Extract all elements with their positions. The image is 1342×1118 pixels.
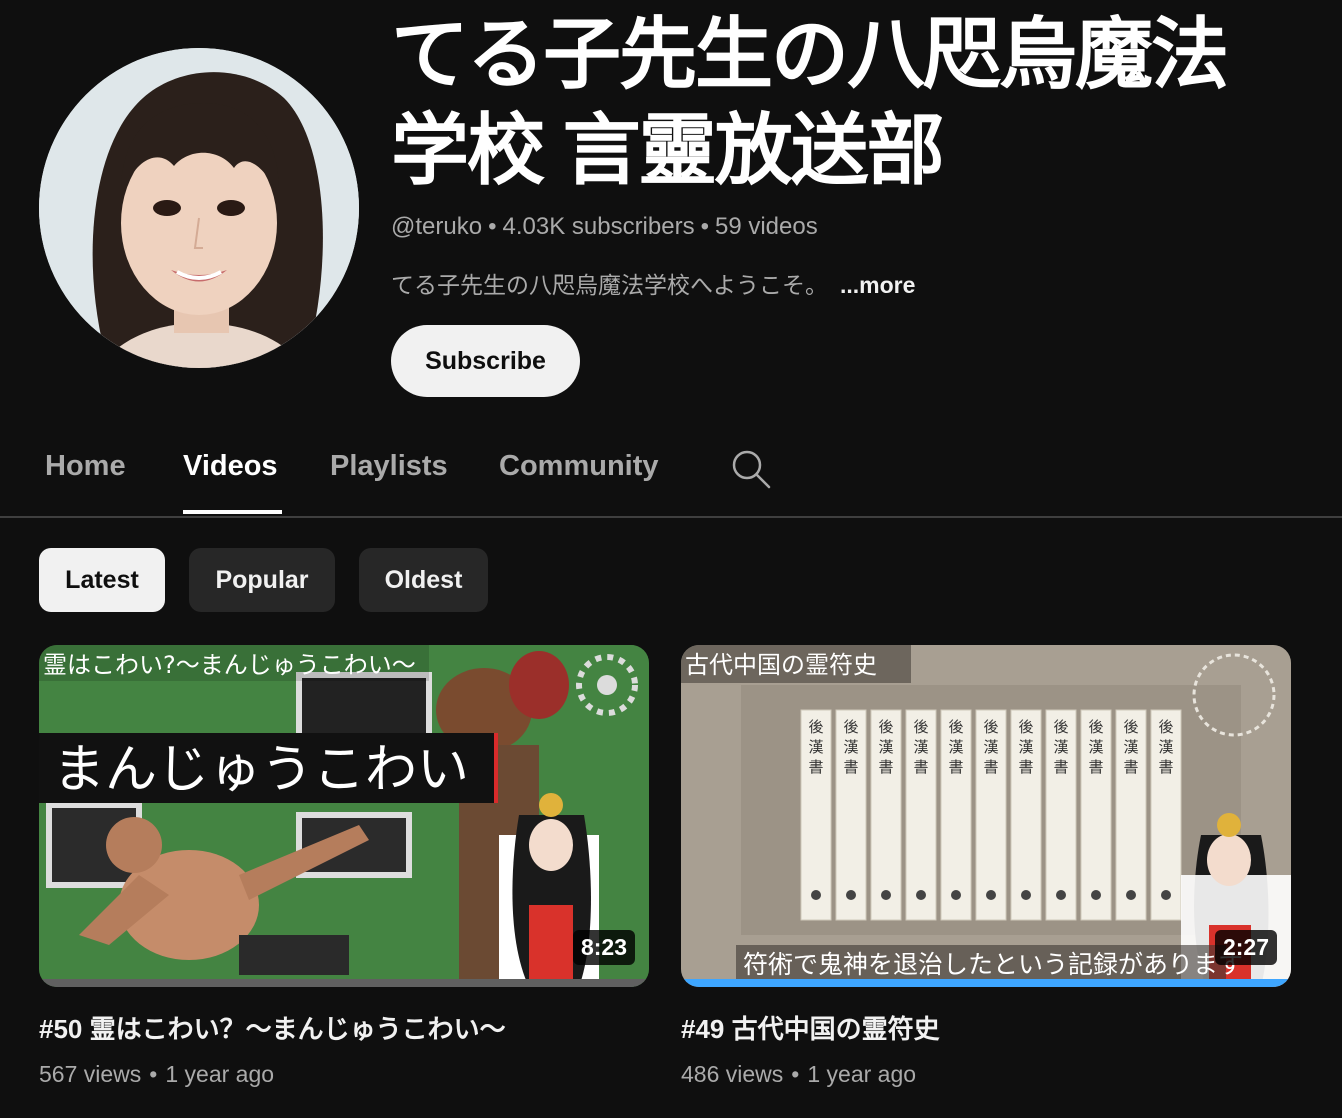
- video-card[interactable]: まんじゅうこわい 霊はこわい?〜まんじゅうこわい〜 8:23 #50 霊はこわい…: [39, 645, 649, 1088]
- channel-title: てる子先生の八咫烏魔法学校 言靈放送部: [391, 10, 1229, 194]
- book-spine-emblem: [881, 890, 891, 900]
- book-spine-label: 漢: [808, 738, 823, 756]
- channel-handle: @teruko: [391, 213, 483, 240]
- chip-oldest[interactable]: Oldest: [359, 548, 488, 612]
- watch-progress-fill: [681, 979, 1291, 987]
- subscriber-count: 4.03K subscribers: [502, 213, 695, 240]
- book-spine-label: 後: [1018, 718, 1033, 736]
- book-spine-emblem: [811, 890, 821, 900]
- book-spine-label: 漢: [1018, 738, 1033, 756]
- chip-popular[interactable]: Popular: [189, 548, 335, 612]
- book-spine-label: 書: [808, 758, 823, 776]
- book-spine-label: 漢: [843, 738, 858, 756]
- search-icon[interactable]: [730, 448, 772, 490]
- video-title[interactable]: #49 古代中国の霊符史: [681, 1011, 1291, 1047]
- video-title[interactable]: #50 霊はこわい？〜まんじゅうこわい〜: [39, 1011, 649, 1047]
- video-thumbnail[interactable]: まんじゅうこわい 霊はこわい?〜まんじゅうこわい〜 8:23: [39, 645, 649, 987]
- channel-tabs: Home Videos Playlists Community: [0, 430, 1342, 518]
- book-spine-label: 後: [878, 718, 893, 736]
- subscribe-button[interactable]: Subscribe: [391, 325, 580, 397]
- video-duration: 2:27: [1214, 930, 1277, 965]
- book-spine-emblem: [951, 890, 961, 900]
- video-card[interactable]: 後漢書後漢書後漢書後漢書後漢書後漢書後漢書後漢書後漢書後漢書後漢書 古代中国の霊…: [681, 645, 1291, 1088]
- book-spine-label: 漢: [1088, 738, 1103, 756]
- active-tab-indicator: [183, 510, 282, 514]
- view-count: 567 views: [39, 1061, 142, 1087]
- book-spine-label: 漢: [983, 738, 998, 756]
- thumbnail-top-caption: 霊はこわい?〜まんじゅうこわい〜: [43, 651, 416, 679]
- book-spine-label: 漢: [948, 738, 963, 756]
- video-thumbnail[interactable]: 後漢書後漢書後漢書後漢書後漢書後漢書後漢書後漢書後漢書後漢書後漢書 古代中国の霊…: [681, 645, 1291, 987]
- video-duration: 8:23: [572, 930, 635, 965]
- description-text: てる子先生の八咫烏魔法学校へようこそ。: [391, 272, 828, 298]
- book-spine-label: 後: [1123, 718, 1138, 736]
- view-count: 486 views: [681, 1061, 784, 1087]
- book-spine-label: 後: [913, 718, 928, 736]
- upload-age: 1 year ago: [165, 1061, 275, 1087]
- more-link[interactable]: ...more: [840, 272, 915, 298]
- book-spine-emblem: [1161, 890, 1171, 900]
- book-spine-label: 後: [983, 718, 998, 736]
- book-spine-label: 漢: [1158, 738, 1173, 756]
- tab-playlists[interactable]: Playlists: [330, 450, 448, 483]
- tab-community[interactable]: Community: [499, 450, 659, 483]
- book-spine-label: 後: [1053, 718, 1068, 736]
- book-spine-label: 書: [843, 758, 858, 776]
- book-spine-label: 書: [1053, 758, 1068, 776]
- book-spine-label: 漢: [1053, 738, 1068, 756]
- book-spine-label: 書: [1158, 758, 1173, 776]
- thumbnail-bottom-caption: 符術で鬼神を退治したという記録があります: [743, 950, 1243, 979]
- book-spine-emblem: [916, 890, 926, 900]
- book-spine-label: 書: [913, 758, 928, 776]
- book-spine-emblem: [846, 890, 856, 900]
- video-meta: 567 views • 1 year ago: [39, 1061, 275, 1087]
- book-spine-emblem: [986, 890, 996, 900]
- book-spine-emblem: [1091, 890, 1101, 900]
- upload-age: 1 year ago: [807, 1061, 917, 1087]
- book-spine-emblem: [1126, 890, 1136, 900]
- book-spine-label: 後: [1088, 718, 1103, 736]
- tab-home[interactable]: Home: [45, 450, 126, 483]
- tab-videos[interactable]: Videos: [183, 450, 278, 483]
- avatar-portrait-image: [39, 48, 359, 368]
- thumbnail-top-caption: 古代中国の霊符史: [685, 651, 877, 679]
- thumbnail-main-caption: まんじゅうこわい: [53, 740, 469, 800]
- channel-avatar[interactable]: [39, 48, 359, 368]
- book-spine-label: 書: [1018, 758, 1033, 776]
- book-spine-label: 後: [948, 718, 963, 736]
- book-spine-label: 書: [1088, 758, 1103, 776]
- video-meta: 486 views • 1 year ago: [681, 1061, 917, 1087]
- book-spine-emblem: [1021, 890, 1031, 900]
- book-spine-label: 後: [1158, 718, 1173, 736]
- book-spine-label: 漢: [913, 738, 928, 756]
- book-spine-emblem: [1056, 890, 1066, 900]
- watch-progress-track: [39, 979, 649, 987]
- book-spine-label: 漢: [878, 738, 893, 756]
- channel-description[interactable]: てる子先生の八咫烏魔法学校へようこそ。 ...more: [391, 269, 915, 301]
- channel-meta: @teruko • 4.03K subscribers • 59 videos: [391, 213, 818, 240]
- book-spine-label: 書: [1123, 758, 1138, 776]
- chip-latest[interactable]: Latest: [39, 548, 165, 612]
- thumbnail-image: 後漢書後漢書後漢書後漢書後漢書後漢書後漢書後漢書後漢書後漢書後漢書 古代中国の霊…: [681, 645, 1291, 987]
- channel-page: てる子先生の八咫烏魔法学校 言靈放送部 @teruko • 4.03K subscr…: [0, 0, 1342, 1118]
- video-count: 59 videos: [714, 213, 818, 240]
- book-spine-label: 漢: [1123, 738, 1138, 756]
- book-spine-label: 書: [948, 758, 963, 776]
- book-spine-label: 書: [878, 758, 893, 776]
- book-spine-label: 書: [983, 758, 998, 776]
- thumbnail-image: まんじゅうこわい 霊はこわい?〜まんじゅうこわい〜: [39, 645, 649, 987]
- book-spine-label: 後: [843, 718, 858, 736]
- book-spine-label: 後: [808, 718, 823, 736]
